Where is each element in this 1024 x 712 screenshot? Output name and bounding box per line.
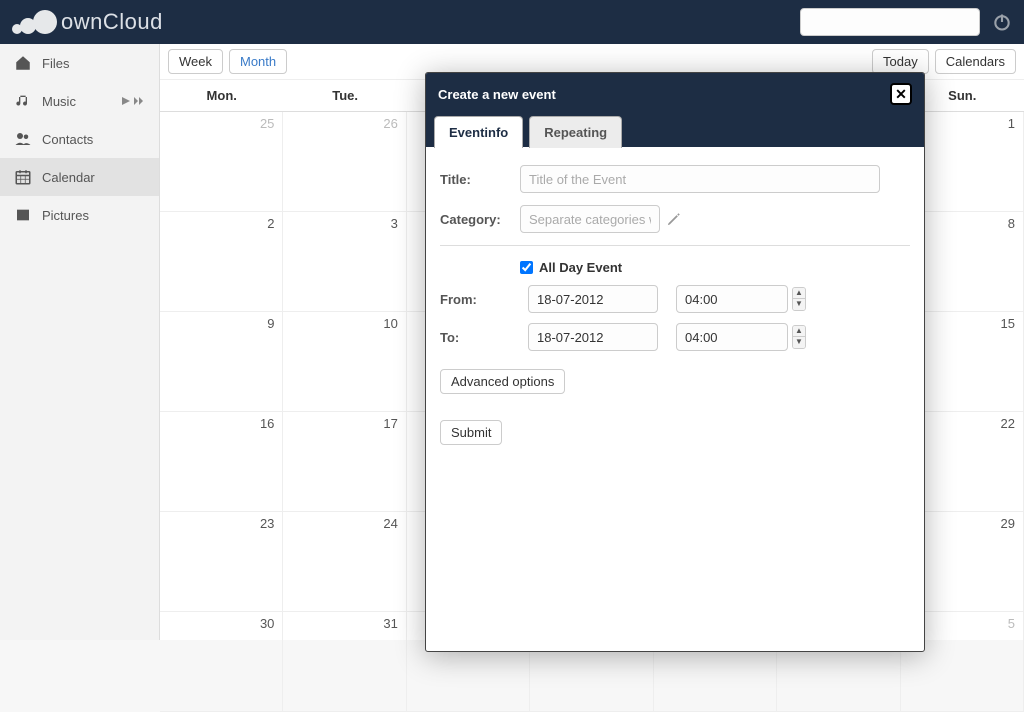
calendar-day-cell[interactable]: 9 — [160, 312, 283, 412]
calendar-day-header: Tue. — [283, 80, 406, 112]
sidebar-item-calendar[interactable]: Calendar — [0, 158, 159, 196]
sidebar-item-pictures[interactable]: Pictures — [0, 196, 159, 234]
sidebar-item-music[interactable]: Music — [0, 82, 159, 120]
divider — [440, 245, 910, 246]
topbar: ownCloud — [0, 0, 1024, 44]
calendar-icon — [14, 168, 32, 186]
search-wrap — [800, 8, 980, 36]
calendars-button[interactable]: Calendars — [935, 49, 1016, 74]
dialog-title: Create a new event — [438, 87, 556, 102]
to-date-input[interactable] — [528, 323, 658, 351]
view-week-button[interactable]: Week — [168, 49, 223, 74]
calendar-day-cell[interactable]: 26 — [283, 112, 406, 212]
event-title-input[interactable] — [520, 165, 880, 193]
spinner-up-icon[interactable]: ▲ — [793, 326, 805, 337]
play-controls-icon — [121, 96, 145, 106]
to-label: To: — [440, 330, 510, 345]
cloud-icon — [12, 10, 57, 34]
calendar-day-header: Mon. — [160, 80, 283, 112]
tab-repeating[interactable]: Repeating — [529, 116, 622, 148]
day-number: 24 — [383, 516, 397, 531]
day-number: 1 — [1008, 116, 1015, 131]
day-number: 22 — [1000, 416, 1014, 431]
calendar-day-cell[interactable]: 10 — [283, 312, 406, 412]
calendar-day-cell[interactable]: 2 — [160, 212, 283, 312]
day-number: 25 — [260, 116, 274, 131]
edit-icon[interactable] — [666, 212, 681, 227]
calendar-day-cell[interactable]: 17 — [283, 412, 406, 512]
spinner-down-icon[interactable]: ▼ — [793, 299, 805, 310]
day-number: 10 — [383, 316, 397, 331]
from-date-input[interactable] — [528, 285, 658, 313]
day-number: 2 — [267, 216, 274, 231]
advanced-options-button[interactable]: Advanced options — [440, 369, 565, 394]
brand-text: ownCloud — [61, 9, 163, 35]
allday-checkbox[interactable] — [520, 261, 533, 274]
search-input[interactable] — [800, 8, 980, 36]
day-number: 23 — [260, 516, 274, 531]
sidebar-item-label: Files — [42, 56, 69, 71]
calendar-day-cell[interactable]: 23 — [160, 512, 283, 612]
submit-button[interactable]: Submit — [440, 420, 502, 445]
home-icon — [14, 54, 32, 72]
day-number: 17 — [383, 416, 397, 431]
calendar-day-cell[interactable]: 31 — [283, 612, 406, 712]
today-button[interactable]: Today — [872, 49, 929, 74]
day-number: 15 — [1000, 316, 1014, 331]
from-time-spinner[interactable]: ▲ ▼ — [792, 287, 806, 311]
contacts-icon — [14, 130, 32, 148]
sidebar-item-label: Calendar — [42, 170, 95, 185]
close-icon: ✕ — [895, 86, 907, 103]
day-number: 29 — [1000, 516, 1014, 531]
sidebar-item-label: Contacts — [42, 132, 93, 147]
from-time-input[interactable] — [676, 285, 788, 313]
to-time-input[interactable] — [676, 323, 788, 351]
day-number: 31 — [383, 616, 397, 631]
spinner-down-icon[interactable]: ▼ — [793, 337, 805, 348]
dialog-header[interactable]: Create a new event ✕ — [426, 73, 924, 115]
allday-label: All Day Event — [539, 260, 622, 275]
logo[interactable]: ownCloud — [12, 9, 163, 35]
close-button[interactable]: ✕ — [890, 83, 912, 105]
day-number: 8 — [1008, 216, 1015, 231]
sidebar-item-contacts[interactable]: Contacts — [0, 120, 159, 158]
day-number: 26 — [383, 116, 397, 131]
category-input[interactable] — [520, 205, 660, 233]
calendar-day-cell[interactable]: 25 — [160, 112, 283, 212]
new-event-dialog: Create a new event ✕ Eventinfo Repeating… — [425, 72, 925, 652]
day-number: 16 — [260, 416, 274, 431]
calendar-day-cell[interactable]: 3 — [283, 212, 406, 312]
day-number: 9 — [267, 316, 274, 331]
title-label: Title: — [440, 172, 510, 187]
music-icon — [14, 92, 32, 110]
calendar-day-cell[interactable]: 30 — [160, 612, 283, 712]
sidebar-item-files[interactable]: Files — [0, 44, 159, 82]
sidebar-item-label: Music — [42, 94, 76, 109]
to-time-spinner[interactable]: ▲ ▼ — [792, 325, 806, 349]
day-number: 5 — [1008, 616, 1015, 631]
sidebar-item-label: Pictures — [42, 208, 89, 223]
main: Week Month Today Calendars Mon.Tue.Wed.T… — [160, 44, 1024, 640]
category-label: Category: — [440, 212, 510, 227]
day-number: 3 — [391, 216, 398, 231]
power-icon[interactable] — [992, 12, 1012, 32]
view-month-button[interactable]: Month — [229, 49, 287, 74]
sidebar: Files Music Contacts Calendar Pictures — [0, 44, 160, 640]
calendar-day-cell[interactable]: 16 — [160, 412, 283, 512]
spinner-up-icon[interactable]: ▲ — [793, 288, 805, 299]
calendar-day-cell[interactable]: 24 — [283, 512, 406, 612]
from-label: From: — [440, 292, 510, 307]
pictures-icon — [14, 206, 32, 224]
tab-eventinfo[interactable]: Eventinfo — [434, 116, 523, 148]
day-number: 30 — [260, 616, 274, 631]
